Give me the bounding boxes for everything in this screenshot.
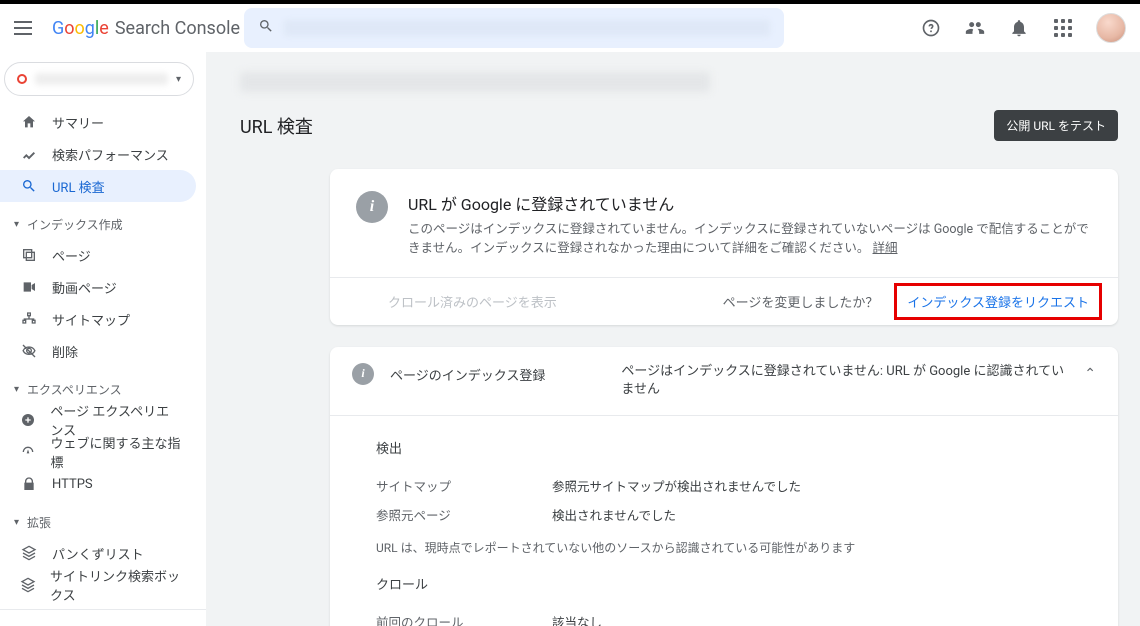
content-header-blurred <box>240 72 710 92</box>
nav-label: ウェブに関する主な指標 <box>51 433 182 471</box>
search-input[interactable] <box>244 8 784 48</box>
speed-icon <box>20 443 37 461</box>
coverage-status: ページはインデックスに登録されていません: URL が Google に認識され… <box>621 363 1068 399</box>
visibility-off-icon <box>20 342 38 360</box>
top-bar: Google Search Console <box>0 4 1140 52</box>
kv-row: 参照元ページ 検出されませんでした <box>376 500 1096 529</box>
nav-label: 削除 <box>52 342 78 361</box>
property-dot-icon <box>17 74 27 84</box>
kv-row: サイトマップ 参照元サイトマップが検出されませんでした <box>376 471 1096 500</box>
sidebar-item-summary[interactable]: サマリー <box>0 106 196 138</box>
coverage-card: i ページのインデックス登録 ページはインデックスに登録されていません: URL… <box>330 347 1118 626</box>
help-icon[interactable] <box>920 17 942 39</box>
status-title: URL が Google に登録されていません <box>408 191 1092 215</box>
kv-key: 参照元ページ <box>376 505 552 524</box>
chevron-down-icon: ▾ <box>14 219 19 230</box>
search-icon <box>20 177 38 195</box>
info-icon: i <box>356 191 388 223</box>
coverage-title: ページのインデックス登録 <box>390 363 545 384</box>
kv-value: 検出されませんでした <box>552 505 676 524</box>
avatar[interactable] <box>1096 13 1126 43</box>
kv-value: 参照元サイトマップが検出されませんでした <box>552 476 801 495</box>
sidebar-item-search-performance[interactable]: 検索パフォーマンス <box>0 138 196 170</box>
sidebar-item-sitelinks-searchbox[interactable]: サイトリンク検索ボックス <box>0 569 196 601</box>
sidebar-item-core-web-vitals[interactable]: ウェブに関する主な指標 <box>0 436 196 468</box>
sidebar-item-video-pages[interactable]: 動画ページ <box>0 271 196 303</box>
main-content: URL 検査 公開 URL をテスト i URL が Google に登録されて… <box>206 52 1140 626</box>
nav-section-indexing[interactable]: ▾インデックス作成 <box>0 202 206 239</box>
apps-grid-icon[interactable] <box>1052 17 1074 39</box>
nav-section-experience[interactable]: ▾エクスペリエンス <box>0 367 206 404</box>
nav-section-security[interactable]: ▸セキュリティと手動による対策 <box>0 618 206 626</box>
video-icon <box>20 278 38 296</box>
nav-label: サマリー <box>52 113 104 132</box>
people-icon[interactable] <box>964 17 986 39</box>
chevron-down-icon: ▾ <box>14 517 19 528</box>
notifications-icon[interactable] <box>1008 17 1030 39</box>
sidebar-item-page-experience[interactable]: ページ エクスペリエンス <box>0 404 196 436</box>
section-crawl-label: クロール <box>376 574 1096 593</box>
page-changed-label: ページを変更しましたか？ <box>723 292 879 311</box>
pages-icon <box>20 246 38 264</box>
info-icon: i <box>352 363 374 385</box>
sidebar-item-removals[interactable]: 削除 <box>0 335 196 367</box>
sidebar-item-breadcrumbs[interactable]: パンくずリスト <box>0 537 196 569</box>
nav-label: ページ <box>52 246 91 265</box>
status-description: このページはインデックスに登録されていません。インデックスに登録されていないペー… <box>408 221 1092 259</box>
sidebar: ▾ サマリー 検索パフォーマンス URL 検査 ▾インデックス作成 ページ 動画… <box>0 52 206 626</box>
search-icon <box>258 18 274 38</box>
nav-label: サイトリンク検索ボックス <box>50 566 182 604</box>
page-title: URL 検査 <box>240 113 313 139</box>
lock-icon <box>20 475 38 493</box>
kv-row: 前回のクロール 該当なし <box>376 607 1096 626</box>
section-discovery-label: 検出 <box>376 438 1096 457</box>
chevron-down-icon: ▾ <box>14 384 19 395</box>
sidebar-item-pages[interactable]: ページ <box>0 239 196 271</box>
layers-icon <box>20 576 36 594</box>
index-status-card: i URL が Google に登録されていません このページはインデックスに登… <box>330 169 1118 325</box>
nav-label: 動画ページ <box>52 278 117 297</box>
property-selector[interactable]: ▾ <box>4 62 194 96</box>
view-crawled-page-action: クロール済みのページを表示 <box>388 292 557 311</box>
sidebar-item-https[interactable]: HTTPS <box>0 468 196 500</box>
property-name-blurred <box>35 73 168 85</box>
kv-key: 前回のクロール <box>376 612 552 626</box>
request-indexing-button[interactable]: インデックス登録をリクエスト <box>907 296 1089 311</box>
home-icon <box>20 113 38 131</box>
hamburger-menu-icon[interactable] <box>14 16 38 40</box>
test-live-url-button[interactable]: 公開 URL をテスト <box>994 110 1118 141</box>
detail-link[interactable]: 詳細 <box>873 241 898 256</box>
sitemap-icon <box>20 310 38 328</box>
chevron-down-icon: ▾ <box>176 74 181 85</box>
plus-circle-icon <box>20 411 36 429</box>
sidebar-item-url-inspect[interactable]: URL 検査 <box>0 170 196 202</box>
layers-icon <box>20 544 38 562</box>
request-indexing-highlight: インデックス登録をリクエスト <box>894 283 1102 320</box>
nav-label: サイトマップ <box>52 310 130 329</box>
collapse-chevron-up-icon[interactable]: ⌃ <box>1084 363 1096 382</box>
search-value-blurred <box>284 20 770 36</box>
nav-label: 検索パフォーマンス <box>52 145 169 164</box>
nav-label: HTTPS <box>52 477 93 492</box>
chart-line-icon <box>20 145 38 163</box>
kv-key: サイトマップ <box>376 476 552 495</box>
nav-label: パンくずリスト <box>52 544 144 563</box>
sidebar-item-sitemaps[interactable]: サイトマップ <box>0 303 196 335</box>
logo[interactable]: Google Search Console <box>52 18 240 39</box>
nav-section-enhancements[interactable]: ▾拡張 <box>0 500 206 537</box>
kv-value: 該当なし <box>552 612 602 626</box>
discovery-note: URL は、現時点でレポートされていない他のソースから認識されている可能性があり… <box>376 529 1096 572</box>
nav-label: URL 検査 <box>52 177 105 196</box>
